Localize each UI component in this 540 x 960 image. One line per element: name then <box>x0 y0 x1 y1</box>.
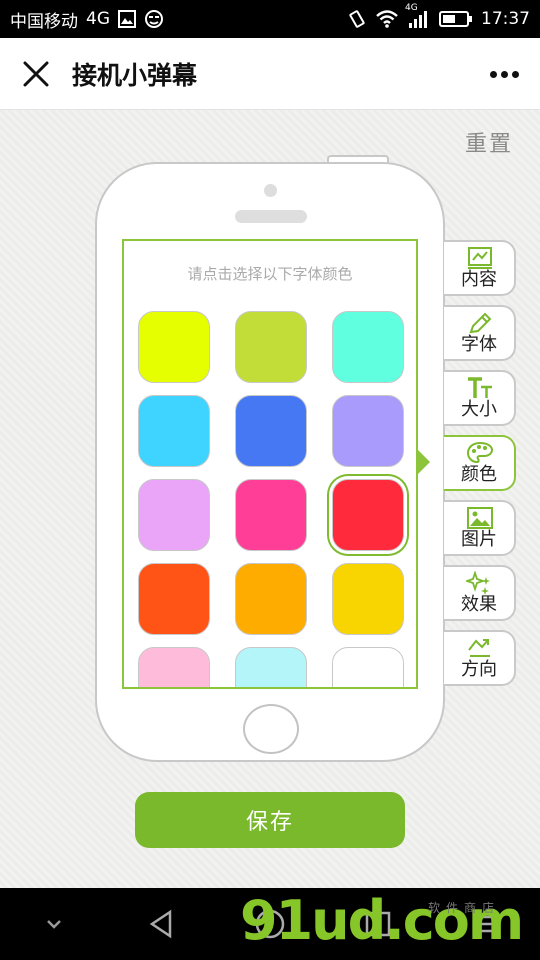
close-button[interactable] <box>0 38 72 110</box>
color-swatch[interactable] <box>235 395 307 467</box>
more-dot-icon <box>500 70 508 78</box>
color-swatch[interactable] <box>332 647 404 687</box>
palette-icon <box>466 441 494 464</box>
color-swatch[interactable] <box>235 311 307 383</box>
main-area: 重置 请点击选择以下字体颜色 内容 字体 大小 颜色 图片 效果 方向 保存 <box>0 110 540 888</box>
color-swatch[interactable] <box>235 563 307 635</box>
tab-size[interactable]: 大小 <box>444 370 516 426</box>
color-swatch[interactable] <box>138 563 210 635</box>
image-icon <box>467 507 493 529</box>
save-button[interactable]: 保存 <box>135 792 405 848</box>
battery-icon <box>439 10 473 28</box>
nav-home-button[interactable] <box>240 894 300 954</box>
tab-color[interactable]: 颜色 <box>444 435 516 491</box>
tab-image[interactable]: 图片 <box>444 500 516 556</box>
title-bar: 接机小弹幕 <box>0 38 540 110</box>
direction-icon <box>468 639 490 657</box>
signal-icon: 4G <box>405 3 431 29</box>
tab-label: 大小 <box>461 399 497 420</box>
pencil-icon <box>469 312 492 334</box>
nav-back-button[interactable] <box>132 894 192 954</box>
color-swatch[interactable] <box>138 311 210 383</box>
carrier-name: 中国移动 <box>10 11 78 32</box>
back-triangle-icon <box>149 909 172 939</box>
color-hint-text: 请点击选择以下字体颜色 <box>187 265 353 283</box>
close-icon <box>23 61 49 86</box>
tab-effect[interactable]: 效果 <box>444 565 516 621</box>
color-swatch[interactable] <box>332 563 404 635</box>
tab-label: 效果 <box>461 594 497 615</box>
tab-label: 内容 <box>461 269 497 290</box>
network-type: 4G <box>86 9 110 29</box>
tab-font[interactable]: 字体 <box>444 305 516 361</box>
phone-speaker-graphic <box>235 210 307 223</box>
color-swatch[interactable] <box>332 311 404 383</box>
color-swatch[interactable] <box>138 479 210 551</box>
color-swatch[interactable] <box>332 395 404 467</box>
color-swatch[interactable] <box>235 479 307 551</box>
system-nav-bar <box>0 888 540 960</box>
tab-direction[interactable]: 方向 <box>444 630 516 686</box>
menu-lines-icon <box>475 915 497 933</box>
more-dot-icon <box>511 70 519 78</box>
image-notification-icon <box>118 10 136 28</box>
emoji-notification-icon <box>144 9 164 29</box>
nav-recents-button[interactable] <box>348 894 408 954</box>
color-swatch[interactable] <box>332 479 404 551</box>
wifi-icon <box>375 9 399 29</box>
active-tab-pointer-icon <box>418 450 430 474</box>
tab-label: 颜色 <box>461 464 497 485</box>
tab-content[interactable]: 内容 <box>444 240 516 296</box>
recents-square-icon <box>365 911 391 937</box>
nav-collapse-button[interactable] <box>24 894 84 954</box>
font-size-icon <box>468 377 492 398</box>
signal-network-badge: 4G <box>405 3 418 13</box>
more-dot-icon <box>489 70 497 78</box>
nav-menu-button[interactable] <box>456 894 516 954</box>
home-circle-icon <box>255 909 285 939</box>
color-picker-panel: 请点击选择以下字体颜色 <box>122 239 418 689</box>
tab-label: 图片 <box>461 529 497 550</box>
sparkle-icon <box>466 571 490 595</box>
status-bar: 中国移动 4G 4G 17:37 <box>0 0 540 38</box>
more-options-button[interactable] <box>484 58 524 90</box>
tab-label: 字体 <box>461 334 497 355</box>
phone-home-button[interactable] <box>243 704 299 754</box>
color-swatch[interactable] <box>138 395 210 467</box>
page-title: 接机小弹幕 <box>72 60 198 90</box>
reset-button[interactable]: 重置 <box>465 126 513 158</box>
chevron-down-icon <box>47 920 61 929</box>
color-swatch[interactable] <box>235 647 307 687</box>
content-icon <box>468 247 492 269</box>
clock: 17:37 <box>481 9 530 29</box>
vibrate-icon <box>347 9 367 29</box>
tab-label: 方向 <box>461 659 497 680</box>
phone-camera-graphic <box>264 184 277 197</box>
color-swatch[interactable] <box>138 647 210 687</box>
